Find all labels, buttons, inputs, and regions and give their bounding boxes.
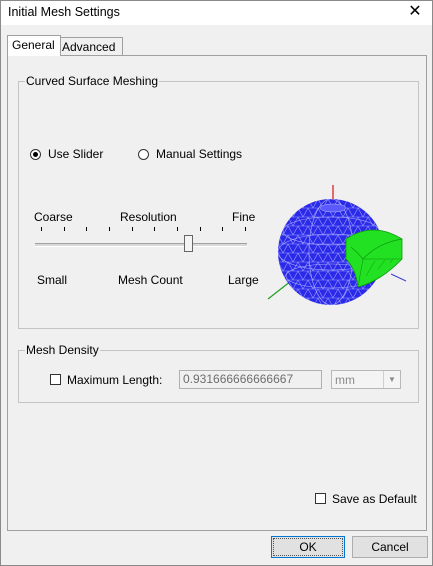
unit-select[interactable]: mm ▼ (331, 370, 401, 389)
curved-surface-legend: Curved Surface Meshing (26, 74, 159, 88)
manual-settings-label: Manual Settings (156, 147, 243, 161)
mesh-density-legend: Mesh Density (26, 343, 99, 357)
tab-general[interactable]: General (7, 35, 61, 56)
slider-tick (64, 227, 65, 231)
x-axis-line (390, 273, 407, 282)
resolution-title: Resolution (120, 210, 177, 224)
slider-tick (86, 227, 87, 231)
y-axis-line (267, 280, 292, 300)
cancel-button[interactable]: Cancel (352, 536, 428, 558)
slider-tick (222, 227, 223, 231)
close-icon[interactable]: ✕ (404, 2, 426, 22)
dialog-window: Initial Mesh Settings ✕ General Advanced… (0, 0, 433, 566)
slider-tick (154, 227, 155, 231)
radio-button-selected[interactable] (30, 148, 41, 160)
use-slider-label: Use Slider (48, 147, 104, 161)
save-default-checkbox[interactable] (315, 493, 326, 504)
radio-button[interactable] (138, 148, 149, 160)
slider-track[interactable] (35, 243, 247, 247)
use-slider-radio[interactable]: Use Slider (30, 147, 103, 161)
slider-tick (200, 227, 201, 231)
slider-tick (132, 227, 133, 231)
mesh-preview-icon (267, 185, 407, 305)
mesh-resolution-slider[interactable] (35, 227, 249, 267)
slider-tick (177, 227, 178, 231)
tab-advanced[interactable]: Advanced (57, 37, 123, 56)
chevron-down-icon[interactable]: ▼ (383, 371, 400, 388)
manual-settings-radio[interactable]: Manual Settings (138, 147, 242, 161)
resolution-fine-label: Fine (232, 210, 256, 224)
slider-thumb[interactable] (184, 235, 193, 252)
mesh-count-large-label: Large (228, 273, 259, 287)
max-length-label: Maximum Length: (67, 373, 163, 387)
ok-button[interactable]: OK (271, 536, 345, 558)
slider-tick (109, 227, 110, 231)
resolution-coarse-label: Coarse (34, 210, 73, 224)
slider-tick (41, 227, 42, 231)
mesh-count-title: Mesh Count (118, 273, 183, 287)
save-default-label: Save as Default (332, 492, 417, 506)
mesh-count-small-label: Small (37, 273, 68, 287)
unit-value: mm (335, 373, 355, 387)
max-length-input[interactable]: 0.931666666666667 (179, 370, 322, 389)
window-title: Initial Mesh Settings (8, 5, 120, 19)
title-bar: Initial Mesh Settings ✕ (1, 1, 432, 25)
max-length-checkbox[interactable] (50, 374, 61, 385)
slider-tick (245, 227, 246, 231)
